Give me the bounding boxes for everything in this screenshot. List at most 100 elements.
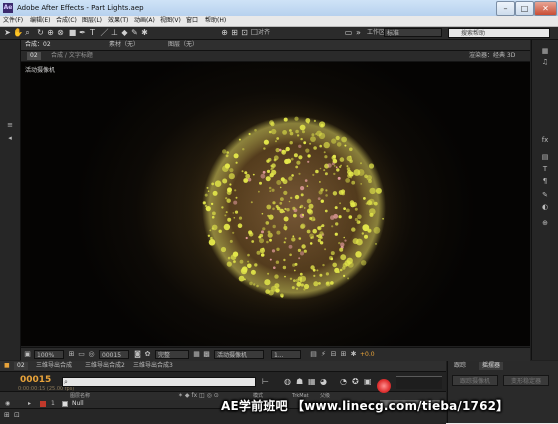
resolution-select[interactable]: 完整 (155, 350, 189, 359)
hand-tool-icon[interactable]: ✋ (13, 28, 23, 37)
composition-viewer[interactable]: 活动摄像机 (21, 62, 530, 346)
layer-search-input[interactable] (62, 377, 256, 387)
menu-edit[interactable]: 编辑(E) (30, 17, 50, 25)
render-queue-icon[interactable]: ■ (4, 362, 10, 370)
exposure-reset-icon[interactable]: ✱ (349, 350, 358, 359)
info-panel-icon[interactable]: ▦ (539, 46, 551, 56)
help-search-input[interactable]: 搜索帮助 (448, 28, 550, 38)
tracker-panel-icon[interactable]: ⊕ (539, 218, 551, 228)
workspace-preview-icon[interactable]: ▭ (344, 28, 353, 37)
axis-mode-icon[interactable]: ⊕ (220, 28, 229, 37)
brush-tool-icon[interactable]: ／ (100, 28, 109, 37)
particle-dot (335, 135, 340, 141)
close-button[interactable]: ✕ (534, 1, 557, 16)
layer-label-color[interactable] (40, 401, 46, 407)
region-of-interest-icon[interactable]: ▦ (192, 350, 201, 359)
minimize-button[interactable]: – (496, 1, 515, 16)
eraser-tool-icon[interactable]: ◆ (120, 28, 129, 37)
tab-timeline-02[interactable]: 02 (14, 362, 28, 370)
warp-stabilizer-button[interactable]: 变形稳定器 (503, 375, 549, 386)
view-axis-icon[interactable]: ⊡ (240, 28, 249, 37)
menu-layer[interactable]: 图层(L) (82, 17, 102, 25)
view-select[interactable]: 活动摄像机 (214, 350, 264, 359)
paragraph-panel-icon[interactable]: ¶ (539, 176, 551, 186)
motion-blur-icon[interactable]: ◕ (320, 377, 327, 386)
show-channel-icon[interactable]: ✿ (143, 350, 152, 359)
view-layout-select[interactable]: 1... (271, 350, 301, 359)
snapshot-icon[interactable]: ◎ (87, 350, 96, 359)
breadcrumb[interactable]: 02 (27, 52, 41, 60)
brushes-panel-icon[interactable]: ◐ (539, 202, 551, 212)
fast-preview-icon[interactable]: ⚡ (319, 350, 328, 359)
transparency-grid-icon[interactable]: ▩ (202, 350, 211, 359)
timeline-icon[interactable]: ⊟ (329, 350, 338, 359)
workspace-arrow-icon[interactable]: » (354, 28, 363, 37)
mask-visibility-icon[interactable]: ▭ (77, 350, 86, 359)
draft-3d-icon[interactable]: ◍ (284, 377, 291, 386)
comp-mini-flowchart-icon[interactable]: ⊢ (262, 377, 269, 386)
menu-file[interactable]: 文件(F) (3, 17, 23, 25)
frame-blending-icon[interactable]: ▦ (308, 377, 316, 386)
roto-tool-icon[interactable]: ✎ (130, 28, 139, 37)
menu-animation[interactable]: 动画(A) (134, 17, 155, 25)
particle-dot (300, 186, 305, 191)
world-axis-icon[interactable]: ⊞ (230, 28, 239, 37)
zoom-select[interactable]: 100% (34, 350, 64, 359)
particle-dot (266, 240, 269, 244)
hide-shy-icon[interactable]: ☗ (296, 377, 303, 386)
tab-wiggler[interactable]: 摇摆器 (479, 362, 504, 370)
toggle-pixel-icon[interactable]: ▤ (309, 350, 318, 359)
visibility-eye-icon[interactable]: ◉ (5, 400, 10, 408)
workspace-select[interactable]: 标准 (384, 28, 442, 37)
flowchart-icon[interactable]: ⊞ (339, 350, 348, 359)
live-update-icon[interactable]: ▣ (364, 377, 372, 386)
renderer-label[interactable]: 渲染器：经典 3D (469, 52, 515, 60)
time-ruler[interactable] (396, 376, 442, 389)
rotate-tool-icon[interactable]: ↻ (36, 28, 45, 37)
puppet-tool-icon[interactable]: ✱ (140, 28, 149, 37)
brainstorm-icon[interactable]: ✪ (352, 377, 359, 386)
menu-window[interactable]: 窗口 (186, 17, 198, 25)
character-panel-icon[interactable]: T (539, 164, 551, 174)
tab-3d-export-comp-2[interactable]: 三维导出合成2 (85, 362, 125, 370)
particle-dot (360, 183, 363, 185)
selection-tool-icon[interactable]: ➤ (3, 28, 12, 37)
menu-effect[interactable]: 效果(T) (108, 17, 128, 25)
type-tool-icon[interactable]: T (88, 28, 97, 37)
safe-zones-icon[interactable]: ⊞ (67, 350, 76, 359)
current-time-display[interactable]: 00015 (20, 375, 51, 385)
exposure-value[interactable]: +0.0 (360, 350, 375, 359)
tab-footage[interactable]: 素材（无） (109, 41, 139, 49)
camera-tool-icon[interactable]: ⊕ (46, 28, 55, 37)
collapse-arrow-icon[interactable]: ◂ (4, 133, 16, 143)
pen-tool-icon[interactable]: ✒ (78, 28, 87, 37)
camera-snapshot-icon[interactable]: ◙ (133, 350, 142, 359)
tab-composition[interactable]: 合成：02 (25, 41, 51, 49)
menu-view[interactable]: 视图(V) (160, 17, 181, 25)
toggle-modes-icon[interactable]: ⊡ (14, 411, 20, 419)
menu-composition[interactable]: 合成(C) (56, 17, 77, 25)
timecode-field[interactable]: 00015 (99, 350, 129, 359)
tab-layer[interactable]: 图层（无） (168, 41, 198, 49)
graph-editor-icon[interactable]: ◔ (340, 377, 347, 386)
tab-tracker[interactable]: 跟踪 (454, 362, 466, 370)
menu-bar: 文件(F) 编辑(E) 合成(C) 图层(L) 效果(T) 动画(A) 视图(V… (0, 16, 558, 27)
layer-name[interactable]: Null (72, 400, 84, 408)
paint-panel-icon[interactable]: ✎ (539, 190, 551, 200)
effects-panel-icon[interactable]: fx (539, 135, 551, 145)
always-preview-icon[interactable]: ▣ (23, 350, 32, 359)
menu-help[interactable]: 帮助(H) (205, 17, 226, 25)
zoom-tool-icon[interactable]: ⌕ (23, 28, 32, 37)
toggle-switches-icon[interactable]: ⊞ (4, 411, 10, 419)
audio-panel-icon[interactable]: ♫ (539, 57, 551, 67)
pan-behind-tool-icon[interactable]: ⊗ (56, 28, 65, 37)
tab-3d-export-comp-3[interactable]: 三维导出合成3 (133, 362, 173, 370)
align-panel-icon[interactable]: ▤ (539, 152, 551, 162)
maximize-button[interactable]: □ (515, 1, 534, 16)
expand-arrow-icon[interactable]: ▸ (28, 400, 31, 408)
track-camera-button[interactable]: 跟踪摄像机 (452, 375, 498, 386)
rectangle-tool-icon[interactable]: ■ (68, 28, 77, 37)
panel-menu-icon[interactable]: ≡ (4, 120, 16, 130)
clone-tool-icon[interactable]: ⊥ (110, 28, 119, 37)
tab-3d-export-comp[interactable]: 三维导出合成 (36, 362, 72, 370)
